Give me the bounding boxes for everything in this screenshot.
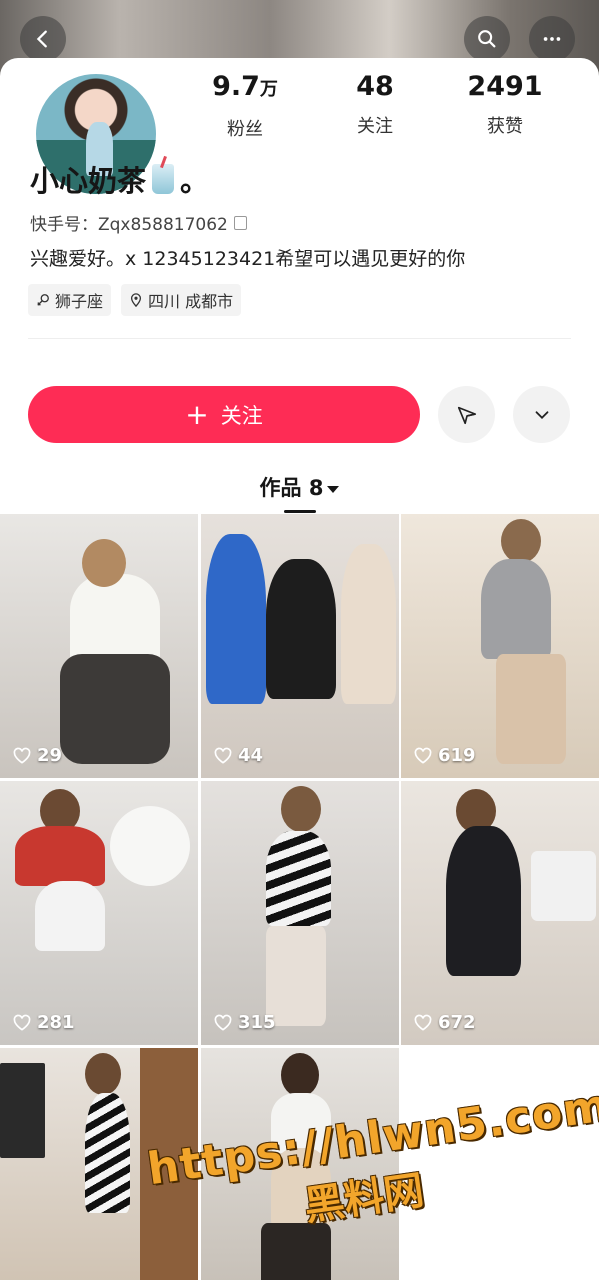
- work-item[interactable]: 29: [0, 514, 198, 778]
- like-count: 315: [213, 1012, 276, 1033]
- work-item[interactable]: 619: [401, 514, 599, 778]
- work-item[interactable]: 281: [0, 781, 198, 1045]
- like-count-text: 29: [37, 745, 63, 766]
- like-count: 44: [213, 745, 263, 766]
- followers-label: 粉丝: [227, 119, 263, 140]
- like-count: 29: [12, 745, 62, 766]
- kuaishou-id-text: 快手号：Zqx858817062: [30, 215, 228, 235]
- kuaishou-id: 快手号：Zqx858817062: [30, 210, 247, 235]
- tag-location-label: 四川 成都市: [148, 292, 234, 311]
- profile-name: 小心奶茶 。: [30, 158, 209, 200]
- heart-icon: [414, 1014, 432, 1031]
- gender-icon: [37, 294, 49, 306]
- stat-following[interactable]: 48 关注: [310, 70, 440, 141]
- copy-icon[interactable]: [233, 215, 247, 230]
- work-item[interactable]: 315: [201, 781, 399, 1045]
- profile-tags: 狮子座 四川 成都市: [28, 284, 242, 316]
- like-count: 281: [12, 1012, 75, 1033]
- like-count-text: 619: [438, 745, 476, 766]
- tag-zodiac-label: 狮子座: [55, 292, 104, 311]
- follow-label: 关注: [220, 403, 263, 428]
- profile-card: 9.7万 粉丝 48 关注 2491 获赞 小心奶茶 。 快手号：Zqx8588…: [0, 58, 599, 518]
- send-message-button[interactable]: [438, 386, 495, 443]
- profile-name-text: 小心奶茶: [30, 164, 147, 198]
- send-icon: [457, 406, 476, 424]
- chevron-down-icon: [535, 410, 548, 419]
- heart-icon: [414, 747, 432, 764]
- like-count: 672: [413, 1012, 476, 1033]
- tag-location: 四川 成都市: [121, 284, 242, 316]
- like-count-text: 672: [438, 1012, 476, 1033]
- divider: [28, 338, 571, 339]
- follow-button[interactable]: + 关注: [28, 386, 420, 443]
- tab-works[interactable]: 作品 8: [0, 472, 599, 502]
- heart-icon: [214, 1014, 232, 1031]
- likes-label: 获赞: [487, 116, 523, 137]
- like-count-text: 281: [37, 1012, 75, 1033]
- followers-unit: 万: [259, 79, 278, 100]
- search-icon: [478, 30, 496, 48]
- like-count-text: 44: [238, 745, 264, 766]
- more-icon: [543, 37, 561, 41]
- heart-icon: [214, 747, 232, 764]
- profile-name-suffix: 。: [180, 164, 210, 198]
- like-count-text: 315: [238, 1012, 276, 1033]
- work-item[interactable]: 672: [401, 781, 599, 1045]
- milk-tea-icon: [152, 164, 175, 194]
- stat-followers[interactable]: 9.7万 粉丝: [180, 70, 310, 141]
- work-item[interactable]: 44: [201, 514, 399, 778]
- tab-works-label: 作品 8: [259, 476, 324, 500]
- expand-button[interactable]: [513, 386, 570, 443]
- more-button[interactable]: [529, 16, 575, 62]
- heart-icon: [13, 747, 31, 764]
- like-count: 619: [413, 745, 476, 766]
- likes-count: 2491: [467, 71, 543, 102]
- heart-icon: [13, 1014, 31, 1031]
- plus-icon: +: [185, 397, 209, 431]
- location-icon: [130, 293, 142, 307]
- back-button[interactable]: [20, 16, 66, 62]
- profile-stats: 9.7万 粉丝 48 关注 2491 获赞: [180, 70, 570, 141]
- tag-zodiac: 狮子座: [28, 284, 112, 316]
- following-count: 48: [356, 71, 394, 102]
- search-button[interactable]: [464, 16, 510, 62]
- following-label: 关注: [357, 116, 393, 137]
- stat-likes[interactable]: 2491 获赞: [440, 70, 570, 141]
- followers-count: 9.7: [212, 71, 260, 102]
- profile-bio: 兴趣爱好。x 12345123421希望可以遇见更好的你: [30, 248, 466, 270]
- chevron-left-icon: [36, 30, 47, 48]
- caret-down-icon: [327, 485, 340, 493]
- tab-indicator: [284, 510, 316, 513]
